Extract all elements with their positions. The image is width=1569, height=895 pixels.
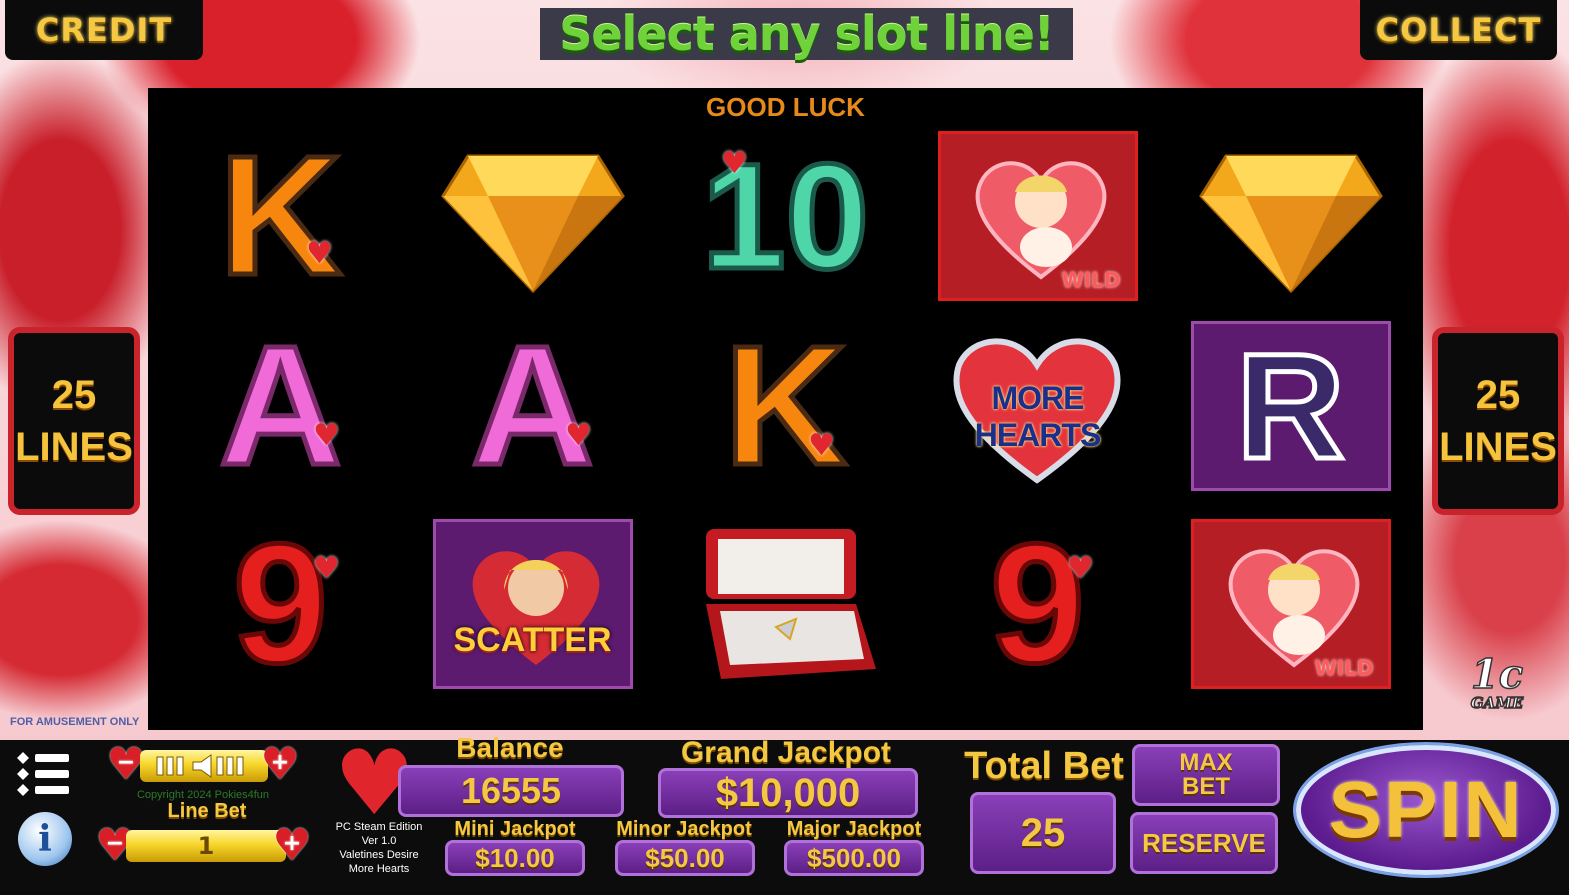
info-icon[interactable]: i xyxy=(18,812,72,866)
symbol-k: K ♥ xyxy=(722,310,850,501)
credit-button[interactable]: CREDIT xyxy=(5,0,203,60)
ring-box-icon xyxy=(705,528,876,679)
gem-icon xyxy=(440,154,625,293)
cupid-icon xyxy=(975,160,1106,280)
headline-text: Select any slot line! xyxy=(559,7,1055,61)
grand-jackpot-label: Grand Jackpot xyxy=(680,736,892,769)
wild-label: WILD xyxy=(1314,655,1374,680)
grand-jackpot-value: $10,000 xyxy=(658,768,918,818)
spin-button[interactable]: SPIN xyxy=(1296,745,1556,875)
lines-count: 25 xyxy=(1475,373,1521,417)
small-heart-icon: ♥ xyxy=(313,551,340,586)
speaker-icon xyxy=(156,754,244,778)
volume-up-button[interactable]: ♥ + xyxy=(258,743,302,787)
collect-button[interactable]: COLLECT xyxy=(1360,0,1557,60)
small-heart-icon: ♥ xyxy=(1067,551,1094,586)
balance-label: Balance xyxy=(456,732,564,763)
major-jackpot-value: $500.00 xyxy=(784,840,924,876)
symbol-9: 9 ♥ xyxy=(988,508,1094,699)
mini-jackpot-label: Mini Jackpot xyxy=(454,818,576,840)
volume-bar[interactable] xyxy=(140,750,268,782)
headline-banner: Select any slot line! xyxy=(540,7,1073,61)
symbol-ring-box xyxy=(683,516,888,691)
symbol-cupid-wild: WILD xyxy=(935,128,1140,303)
game-logo: 1c GAME xyxy=(1452,651,1542,712)
gem-icon xyxy=(1198,154,1383,293)
symbol-9: 9 ♥ xyxy=(231,508,340,699)
reel-area[interactable]: GOOD LUCK K ♥ 10 ♥ WILD A ♥ A ♥ K ♥ MORE… xyxy=(148,88,1423,730)
wild-label: WILD xyxy=(1061,267,1121,292)
cupid-icon xyxy=(1228,548,1359,668)
minor-jackpot-value: $50.00 xyxy=(615,840,755,876)
symbol-a: A ♥ xyxy=(217,310,345,501)
small-heart-icon: ♥ xyxy=(565,418,592,453)
reserve-button[interactable]: RESERVE xyxy=(1130,812,1278,874)
symbol-cupid-wild: WILD xyxy=(1188,516,1393,691)
max-bet-button[interactable]: MAX BET xyxy=(1132,744,1280,806)
balance-value: 16555 xyxy=(398,765,624,817)
total-bet-value: 25 xyxy=(970,792,1116,874)
small-heart-icon: ♥ xyxy=(808,428,835,463)
symbol-10: 10 ♥ xyxy=(700,131,872,300)
symbol-r: R xyxy=(1188,318,1393,493)
symbol-gem xyxy=(430,128,635,303)
mini-jackpot-value: $10.00 xyxy=(445,840,585,876)
symbol-a: A ♥ xyxy=(469,310,597,501)
major-jackpot-label: Major Jackpot xyxy=(786,818,922,840)
lines-label: LINES xyxy=(15,425,133,469)
lines-label: LINES xyxy=(1439,425,1557,469)
lines-count: 25 xyxy=(51,373,97,417)
line-bet-value: 1 xyxy=(126,830,286,862)
symbol-gem xyxy=(1188,128,1393,303)
more-hearts-label: MORE HEARTS xyxy=(974,380,1102,453)
line-bet-increase-button[interactable]: ♥ + xyxy=(270,824,314,868)
small-heart-icon: ♥ xyxy=(313,418,340,453)
line-bet-label: Line Bet xyxy=(167,800,247,822)
minor-jackpot-label: Minor Jackpot xyxy=(616,818,752,840)
scatter-label: SCATTER xyxy=(453,620,612,659)
logo-sub: GAME xyxy=(1470,694,1524,712)
edition-info: PC Steam Edition Ver 1.0 Valetines Desir… xyxy=(335,821,423,875)
logo-main: 1c xyxy=(1470,651,1524,698)
symbol-k: K ♥ xyxy=(217,120,345,311)
small-heart-icon: ♥ xyxy=(721,146,748,181)
lines-indicator-right[interactable]: 25 LINES xyxy=(1432,327,1564,515)
good-luck-text: GOOD LUCK xyxy=(706,92,865,122)
total-bet-label: Total Bet xyxy=(964,745,1124,787)
symbol-scatter: SCATTER xyxy=(430,516,635,691)
lines-indicator-left[interactable]: 25 LINES xyxy=(8,327,140,515)
amusement-notice: FOR AMUSEMENT ONLY xyxy=(10,716,140,728)
small-heart-icon: ♥ xyxy=(306,236,333,271)
menu-icon[interactable] xyxy=(15,748,71,804)
symbol-more-hearts: MORE HEARTS xyxy=(935,318,1140,493)
